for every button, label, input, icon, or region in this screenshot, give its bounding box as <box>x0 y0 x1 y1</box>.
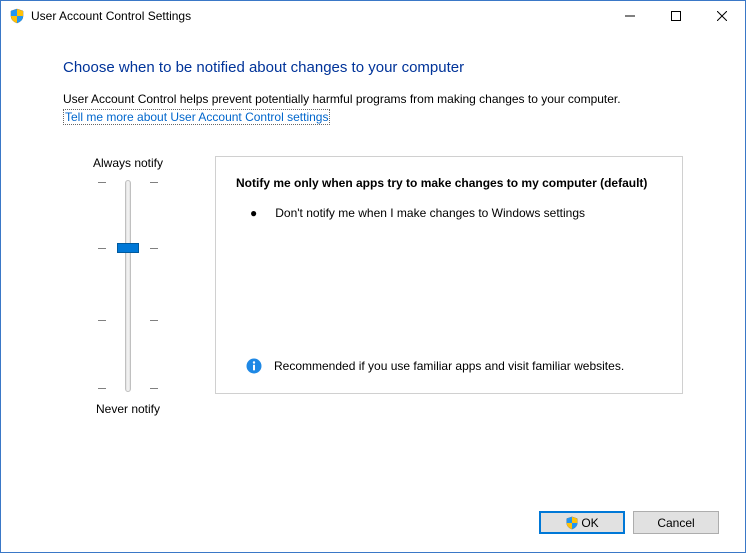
ok-button[interactable]: OK <box>539 511 625 534</box>
slider-column: Always notify Never notify <box>63 156 193 416</box>
uac-shield-icon <box>9 8 25 24</box>
maximize-icon <box>671 11 681 21</box>
uac-shield-icon <box>565 516 579 530</box>
slider-tick <box>98 320 158 322</box>
info-row: Recommended if you use familiar apps and… <box>236 358 662 375</box>
info-text: Recommended if you use familiar apps and… <box>274 358 662 375</box>
footer-buttons: OK Cancel <box>539 511 719 534</box>
close-icon <box>717 11 727 21</box>
bullet-dot: ● <box>250 205 257 222</box>
window-title: User Account Control Settings <box>31 9 191 23</box>
cancel-button[interactable]: Cancel <box>633 511 719 534</box>
minimize-button[interactable] <box>607 1 653 31</box>
bullet-row: ● Don't notify me when I make changes to… <box>236 205 662 222</box>
window-controls <box>607 1 745 31</box>
slider-track <box>125 180 131 392</box>
close-button[interactable] <box>699 1 745 31</box>
slider-label-never: Never notify <box>96 402 160 416</box>
titlebar: User Account Control Settings <box>1 1 745 31</box>
notification-slider[interactable] <box>98 180 158 392</box>
cancel-label: Cancel <box>657 516 694 530</box>
titlebar-left: User Account Control Settings <box>9 8 191 24</box>
learn-more-link[interactable]: Tell me more about User Account Control … <box>63 109 330 125</box>
info-icon <box>246 358 262 374</box>
panel-title: Notify me only when apps try to make cha… <box>236 175 662 192</box>
content-area: Choose when to be notified about changes… <box>1 31 745 416</box>
maximize-button[interactable] <box>653 1 699 31</box>
ok-label: OK <box>581 516 598 530</box>
slider-tick <box>98 388 158 390</box>
slider-tick <box>98 182 158 184</box>
bullet-text: Don't notify me when I make changes to W… <box>275 205 662 222</box>
slider-thumb[interactable] <box>117 243 139 253</box>
description-panel: Notify me only when apps try to make cha… <box>215 156 683 394</box>
main-body: Always notify Never notify Notify me onl… <box>63 156 683 416</box>
page-heading: Choose when to be notified about changes… <box>63 59 683 76</box>
minimize-icon <box>625 11 635 21</box>
page-description: User Account Control helps prevent poten… <box>63 92 683 108</box>
slider-label-always: Always notify <box>93 156 163 170</box>
